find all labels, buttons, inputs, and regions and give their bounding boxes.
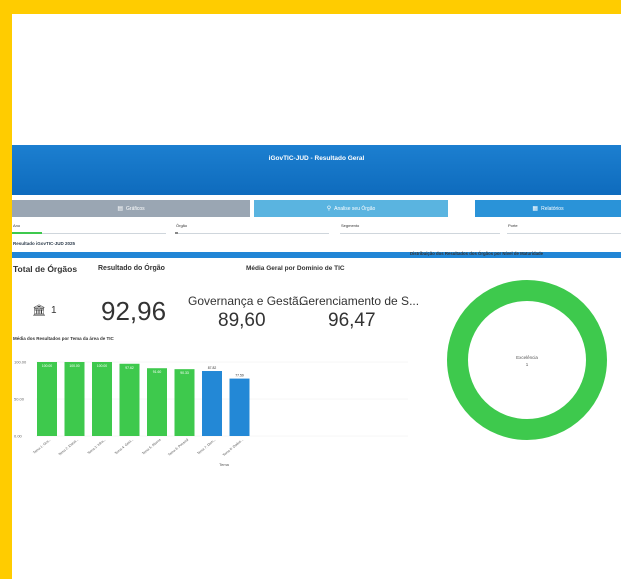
bar [202, 371, 222, 436]
x-tick-label: Tema 6: Pessoal [167, 438, 189, 457]
dashboard-header: iGovTIC-JUD - Resultado Geral [12, 145, 621, 195]
filter-orgao-selection [175, 232, 178, 234]
x-axis-label: Tema [219, 462, 230, 467]
bar [37, 362, 57, 436]
total-orgaos-kpi: 🏛 1 [32, 304, 57, 317]
filter-ano-label: Ano [13, 223, 21, 228]
donut-chart-title: Distribuição dos Resultados dos Órgãos p… [410, 251, 543, 256]
institution-icon: 🏛 [32, 305, 46, 317]
bar [64, 362, 85, 436]
y-tick-label: 50.00 [14, 397, 25, 402]
bar-data-label: 90.33 [180, 371, 189, 375]
x-tick-label: Tema 7: Dem... [196, 438, 216, 456]
nav-analise-label: Analise seu Órgão [334, 205, 376, 212]
bar-data-label: 100.00 [42, 364, 52, 368]
bar [92, 362, 112, 436]
donut-slice [447, 280, 607, 440]
filter-segmento-label: Segmento [341, 223, 360, 228]
donut-center-value: 1 [526, 362, 529, 367]
bar-data-label: 97.62 [125, 366, 134, 370]
dashboard-frame: iGovTIC-JUD - Resultado Geral ▤ Gráficos… [12, 14, 621, 579]
nav-relatorios-label: Relatórios [541, 205, 564, 212]
search-icon: ⚲ [326, 206, 332, 212]
bar-data-label: 91.60 [153, 370, 162, 374]
chart-icon: ▤ [117, 206, 124, 212]
filter-bar: Ano Órgão Segmento Porte [12, 221, 621, 234]
resultado-orgao-value: 92,96 [101, 296, 167, 326]
x-tick-label: Tema 2: Estrat... [58, 438, 80, 457]
x-tick-label: Tema 1: Gov... [32, 438, 51, 455]
filter-segmento[interactable]: Segmento [340, 221, 500, 234]
total-orgaos-label: Total de Órgãos [13, 264, 78, 274]
resultado-orgao-label: Resultado do Órgão [98, 265, 165, 272]
filter-ano-selection [12, 232, 42, 234]
nav-analise-button[interactable]: ⚲ Analise seu Órgão [254, 200, 448, 217]
dashboard-title: iGovTIC-JUD - Resultado Geral [268, 155, 365, 162]
nav-relatorios-button[interactable]: ▦ Relatórios [475, 200, 621, 217]
bar-data-label: 87.82 [208, 366, 217, 370]
nav-graficos-label: Gráficos [126, 205, 145, 212]
y-tick-label: 0.00 [14, 434, 23, 439]
donut-center-label: Excelência [516, 355, 538, 360]
x-tick-label: Tema 5: Riscos [141, 438, 162, 456]
filter-orgao-label: Órgão [176, 223, 188, 228]
media-dominio-label: Média Geral por Domínio de TIC [246, 265, 345, 272]
filter-orgao[interactable]: Órgão [175, 221, 329, 234]
theme-bar-chart: 0.00 50.00 100.00 100.00 Tema 1: Gov... 100.0… [14, 360, 408, 467]
dominio2-value: 96,47 [328, 310, 376, 331]
maturity-donut-chart: Excelência 1 [447, 280, 607, 440]
bar-data-label: 100.00 [97, 364, 107, 368]
bar [147, 368, 167, 436]
filter-porte[interactable]: Porte [507, 221, 621, 234]
dominio1-value: 89,60 [218, 310, 266, 331]
bar [229, 378, 250, 436]
filter-porte-label: Porte [508, 223, 518, 228]
dominio1-label: Governança e Gestã... [188, 294, 309, 308]
filter-ano[interactable]: Ano [12, 221, 166, 234]
nav-graficos-button[interactable]: ▤ Gráficos [12, 200, 250, 217]
page-subtitle: Resultado iGovTIC-JUD 2025 [13, 241, 76, 246]
total-orgaos-value: 1 [50, 305, 57, 316]
bar [119, 363, 140, 436]
y-tick-label: 100.00 [14, 360, 27, 365]
bar-data-label: 100.00 [69, 364, 79, 368]
x-tick-label: Tema 4: Gest... [114, 438, 134, 456]
bar-chart-title: Média dos Resultados por Tema da área de… [13, 336, 114, 341]
bar [174, 369, 195, 436]
bar-data-label: 77.59 [235, 374, 244, 378]
dominio2-label: Gerenciamento de S... [299, 294, 420, 308]
report-icon: ▦ [532, 206, 539, 212]
x-tick-label: Tema 8: Dados... [222, 438, 244, 458]
x-tick-label: Tema 3: Infra... [87, 438, 107, 456]
